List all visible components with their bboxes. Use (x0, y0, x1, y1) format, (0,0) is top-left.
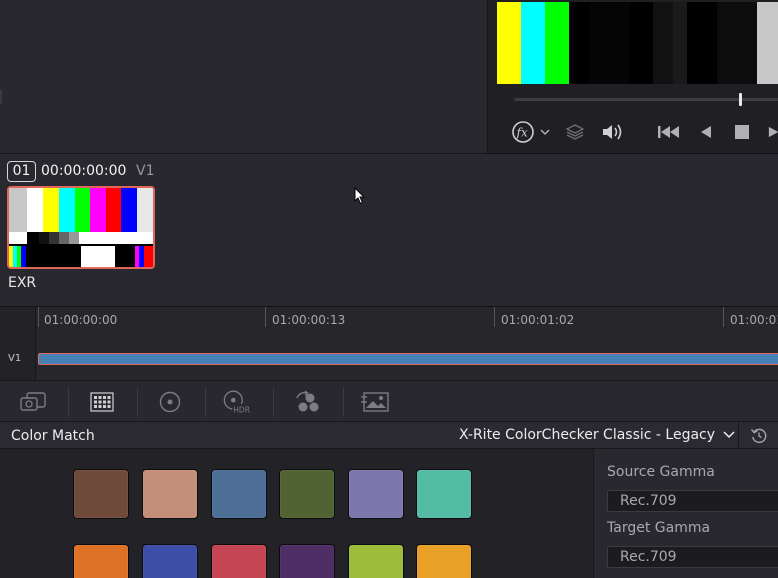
gamma-settings: Source Gamma Rec.709 Target Gamma Rec.70… (595, 449, 778, 578)
color-swatch[interactable] (73, 544, 129, 578)
clip-timecode: 00:00:00:00 (41, 163, 127, 179)
viewer-panel: fx (487, 0, 778, 153)
color-swatch[interactable] (416, 469, 472, 519)
target-gamma-label: Target Gamma (607, 520, 711, 536)
color-warper-icon[interactable] (291, 387, 323, 417)
target-gamma-select[interactable]: Rec.709 (607, 546, 778, 568)
mouse-cursor-icon (354, 187, 366, 205)
color-match-header: Color Match X-Rite ColorChecker Classic … (0, 422, 778, 449)
svg-text:HDR: HDR (233, 405, 250, 414)
color-swatch[interactable] (348, 469, 404, 519)
viewer-bar (629, 2, 653, 84)
color-swatch[interactable] (142, 469, 198, 519)
svg-text:fx: fx (516, 126, 528, 140)
fx-icon[interactable]: fx (510, 120, 536, 144)
chevron-down-icon[interactable] (538, 120, 552, 144)
color-swatch[interactable] (211, 469, 267, 519)
viewer-bar (653, 2, 673, 84)
color-swatch[interactable] (416, 544, 472, 578)
skip-to-start-icon[interactable] (656, 120, 682, 144)
track-label-v1: V1 (8, 353, 22, 364)
volume-icon[interactable] (600, 120, 624, 144)
color-swatch[interactable] (211, 544, 267, 578)
viewer-bar (717, 2, 757, 84)
source-gamma-select[interactable]: Rec.709 (607, 490, 778, 512)
viewer-bar (687, 2, 717, 84)
viewer-bar (569, 2, 589, 84)
color-chart-icon[interactable] (86, 387, 118, 417)
toolbar-divider (137, 387, 138, 417)
ruler-label: 01:00:01:02 (501, 313, 575, 327)
clip-track-label: V1 (136, 163, 155, 179)
reset-icon[interactable] (750, 427, 768, 445)
timeline[interactable]: 01:00:00:00 01:00:00:13 01:00:01:02 01:0… (0, 306, 778, 381)
color-swatch[interactable] (142, 544, 198, 578)
camera-raw-icon[interactable] (17, 387, 49, 417)
chart-type-dropdown[interactable]: X-Rite ColorChecker Classic - Legacy (459, 427, 735, 443)
chevron-down-icon (723, 431, 735, 439)
track-header (0, 307, 36, 381)
ruler-tick (38, 307, 39, 327)
palette-toolbar: HDR (0, 380, 778, 422)
timeline-clip[interactable] (38, 353, 778, 365)
toolbar-divider (68, 387, 69, 417)
top-left-panel (0, 0, 487, 153)
stop-icon[interactable] (732, 120, 752, 144)
step-back-icon[interactable] (698, 120, 714, 144)
source-gamma-label: Source Gamma (607, 464, 715, 480)
panel-title: Color Match (11, 428, 95, 444)
viewer-bar (757, 2, 778, 84)
chart-type-value: X-Rite ColorChecker Classic - Legacy (459, 427, 716, 443)
viewer-bar (545, 2, 569, 84)
viewer-frame[interactable] (497, 2, 778, 84)
play-icon[interactable] (768, 120, 778, 144)
ruler-tick (723, 307, 724, 327)
header-divider (738, 422, 739, 449)
color-swatch[interactable] (348, 544, 404, 578)
toolbar-divider (205, 387, 206, 417)
panel-edge-marker (0, 90, 2, 104)
viewer-bar (589, 2, 629, 84)
layers-icon[interactable] (564, 120, 586, 144)
clip-name: EXR (8, 275, 37, 291)
clip-number-badge: 01 (7, 161, 36, 182)
ruler-tick (494, 307, 495, 327)
color-swatch[interactable] (279, 544, 335, 578)
scrubber-handle[interactable] (739, 93, 742, 106)
hdr-icon[interactable]: HDR (222, 387, 254, 417)
toolbar-divider (343, 387, 344, 417)
ruler-label: 01:00:00:00 (44, 313, 118, 327)
clip-thumbnail[interactable] (7, 186, 155, 269)
color-swatch[interactable] (73, 469, 129, 519)
target-icon[interactable] (154, 387, 186, 417)
viewer-bar (497, 2, 521, 84)
color-chart-swatches (0, 449, 594, 578)
toolbar-divider (273, 387, 274, 417)
media-pool: 01 00:00:00:00 V1 EXR (0, 153, 778, 306)
color-swatch[interactable] (279, 469, 335, 519)
ruler-label: 01:00:01 (730, 313, 778, 327)
ruler-label: 01:00:00:13 (272, 313, 346, 327)
viewer-bar (673, 2, 687, 84)
viewer-bar (521, 2, 545, 84)
ruler-tick (265, 307, 266, 327)
image-compare-icon[interactable] (360, 387, 392, 417)
